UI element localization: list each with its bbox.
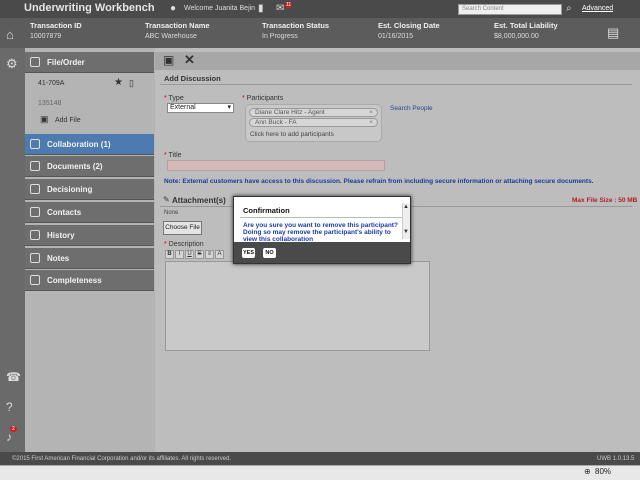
- completeness-icon: [30, 275, 40, 285]
- tx-value-id: 10007879: [30, 33, 62, 40]
- gear-icon[interactable]: ⚙: [6, 56, 18, 72]
- remove-icon[interactable]: ×: [369, 109, 373, 116]
- bell-icon[interactable]: ♪: [6, 430, 12, 444]
- add-file-link[interactable]: Add File: [55, 117, 81, 124]
- phone-icon[interactable]: ☎: [6, 370, 21, 384]
- sidebar-item-completeness[interactable]: Completeness: [25, 270, 154, 291]
- home-icon[interactable]: ⌂: [6, 27, 14, 42]
- notes-icon: [30, 253, 40, 263]
- sidebar-item-collaboration[interactable]: Collaboration (1): [25, 134, 154, 155]
- bold-button[interactable]: B: [165, 250, 174, 259]
- sidebar-item-contacts[interactable]: Contacts: [25, 202, 154, 223]
- strike-button[interactable]: S: [195, 250, 204, 259]
- documents-icon: [30, 161, 40, 171]
- section-title: Add Discussion: [164, 74, 221, 83]
- sidebar-item-documents[interactable]: Documents (2): [25, 156, 154, 177]
- search-people-link[interactable]: Search People: [390, 105, 433, 112]
- notification-badge: 11: [285, 2, 293, 8]
- underline-button[interactable]: U: [185, 250, 194, 259]
- paperclip-icon: ✎: [163, 195, 170, 204]
- copyright-text: ©2015 First American Financial Corporati…: [12, 456, 232, 462]
- sidebar-file-order[interactable]: File/Order: [25, 52, 154, 73]
- tx-value-status: In Progress: [262, 33, 298, 40]
- chevron-down-icon: ▾: [227, 104, 231, 111]
- browser-status-bar: [0, 465, 640, 480]
- search-input[interactable]: Search Content: [458, 4, 562, 15]
- dialog-footer: [234, 242, 410, 263]
- add-file-icon[interactable]: ▣: [40, 114, 49, 125]
- advanced-search-link[interactable]: Advanced: [582, 5, 613, 12]
- remove-icon[interactable]: ×: [369, 119, 373, 126]
- search-icon[interactable]: ⌕: [566, 3, 572, 14]
- dialog-divider: [240, 217, 402, 218]
- close-icon[interactable]: ✕: [184, 52, 195, 68]
- description-label: * Description: [164, 241, 204, 248]
- bookmark-icon[interactable]: ▮: [258, 3, 264, 14]
- italic-button[interactable]: I: [175, 250, 184, 259]
- participant-chip[interactable]: Ann Buck - FA ×: [249, 118, 378, 127]
- save-icon[interactable]: ▣: [163, 53, 174, 67]
- tx-value-closing: 01/16/2015: [378, 33, 414, 40]
- title-label: * Title: [164, 152, 182, 159]
- max-file-size: Max File Size : 50 MB: [572, 197, 638, 204]
- folder-icon: [30, 57, 40, 67]
- pdf-icon[interactable]: ▯: [129, 78, 134, 89]
- list-button[interactable]: ≡: [205, 250, 214, 259]
- sidebar-item-decisioning[interactable]: Decisioning: [25, 179, 154, 200]
- attachments-label: Attachment(s): [172, 196, 226, 205]
- contacts-icon: [30, 207, 40, 217]
- tx-header-liability: Est. Total Liability: [494, 21, 558, 30]
- participants-label: * Participants: [242, 95, 284, 102]
- tx-value-name: ABC Warehouse: [145, 33, 197, 40]
- help-icon[interactable]: ?: [6, 400, 13, 414]
- order-number: 41-709A: [38, 80, 65, 87]
- app-title: Underwriting Workbench: [24, 2, 155, 14]
- user-icon: ●: [170, 3, 177, 14]
- type-select[interactable]: External ▾: [167, 103, 234, 113]
- external-note: Note: External customers have access to …: [164, 178, 594, 185]
- description-editor[interactable]: [165, 261, 430, 351]
- title-input[interactable]: [167, 160, 385, 171]
- order-sub: 135148: [38, 100, 62, 107]
- version-text: UWB 1.0.13.5: [597, 456, 635, 462]
- no-button[interactable]: NO: [263, 248, 276, 258]
- dialog-message: Are you sure you want to remove this par…: [243, 222, 398, 243]
- yes-button[interactable]: YES: [242, 248, 255, 258]
- tx-header-closing: Est. Closing Date: [378, 21, 440, 30]
- main-toolbar: [155, 52, 640, 70]
- chevron-down-icon[interactable]: ▼: [403, 229, 409, 235]
- document-edit-icon[interactable]: ▤: [607, 25, 619, 41]
- icon-rail: [0, 48, 25, 452]
- divider: [160, 84, 632, 85]
- zoom-icon[interactable]: ⊕: [584, 467, 591, 476]
- mail-icon[interactable]: ✉: [276, 3, 284, 14]
- type-label: * Type: [164, 95, 184, 102]
- gavel-icon: [30, 184, 40, 194]
- star-icon[interactable]: ★: [114, 77, 123, 88]
- choose-file-button[interactable]: Choose File: [163, 221, 202, 235]
- tx-header-name: Transaction Name: [145, 21, 210, 30]
- add-participants-link[interactable]: Click here to add participants: [250, 131, 334, 138]
- tx-header-id: Transaction ID: [30, 21, 82, 30]
- tx-header-status: Transaction Status: [262, 21, 330, 30]
- participant-chip[interactable]: Diane Clare Hitz - Agent ×: [249, 108, 378, 117]
- font-color-button[interactable]: A: [215, 250, 224, 259]
- zoom-level[interactable]: 80%: [595, 467, 611, 476]
- welcome-text: Welcome Juanita Bejin: [184, 5, 256, 12]
- history-icon: [30, 230, 40, 240]
- dialog-title: Confirmation: [243, 206, 290, 215]
- collaboration-icon: [30, 139, 40, 149]
- sidebar-item-notes[interactable]: Notes: [25, 248, 154, 269]
- chevron-up-icon[interactable]: ▲: [403, 204, 409, 210]
- tx-value-liability: $8,000,000.00: [494, 33, 539, 40]
- sidebar-item-history[interactable]: History: [25, 225, 154, 246]
- no-attachments-label: None: [164, 210, 179, 216]
- alert-badge: 2: [10, 426, 17, 432]
